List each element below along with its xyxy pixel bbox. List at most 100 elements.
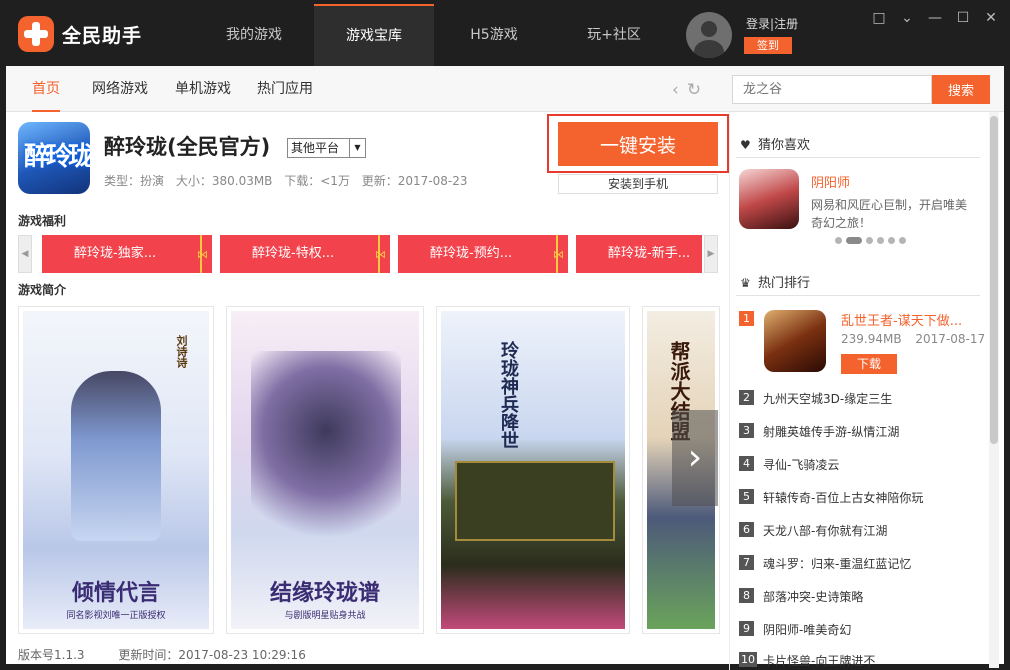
subtab-home[interactable]: 首页 [32, 66, 60, 112]
game-ui-panel [455, 461, 615, 541]
ranking-divider [736, 295, 980, 296]
rank-number: 8 [739, 588, 754, 603]
rank-top-game-meta: 239.94MB 2017-08-17 [841, 332, 995, 346]
register-link[interactable]: 注册 [774, 17, 798, 31]
refresh-icon[interactable]: ↻ [687, 80, 701, 100]
bow-icon: ⋈ [375, 248, 386, 261]
screenshot-image: 结缘玲珑谱 与剧版明星贴身共战 [231, 311, 419, 629]
welfare-prev-icon[interactable]: ◀ [18, 235, 32, 273]
close-icon[interactable]: ✕ [980, 8, 1002, 28]
rank-item[interactable]: 阴阳师-唯美奇幻 [763, 621, 851, 638]
rank-number: 2 [739, 390, 754, 405]
rank-top-game-icon[interactable] [764, 310, 826, 372]
dropdown-arrow-icon[interactable]: ▼ [349, 139, 365, 157]
top-nav: 我的游戏 游戏宝库 H5游戏 玩+社区 [194, 4, 674, 66]
screenshot-next-icon[interactable]: › [672, 410, 718, 506]
screenshot-caption: 结缘玲珑谱 [269, 580, 380, 606]
recommend-game-icon[interactable] [739, 169, 799, 229]
bow-icon: ⋈ [553, 248, 564, 261]
rank-item[interactable]: 轩辕传奇-百位上古女神陪你玩 [763, 489, 923, 506]
subtab-online-games[interactable]: 网络游戏 [92, 66, 148, 112]
character-figure [71, 371, 161, 541]
welfare-item[interactable]: 醉玲珑-特权... ⋈ [220, 235, 390, 273]
rank-top-size: 239.94MB [841, 332, 902, 346]
rank-item[interactable]: 射雕英雄传手游-纵情江湖 [763, 423, 899, 440]
user-avatar[interactable] [686, 12, 732, 58]
rank-item[interactable]: 寻仙-飞骑凌云 [763, 456, 839, 473]
download-button[interactable]: 下载 [841, 354, 897, 374]
minimize-icon[interactable]: — [924, 8, 946, 28]
ranking-heading-row: ♛ 热门排行 [740, 272, 810, 291]
game-downloads: 下载：<1万 [284, 174, 350, 188]
window-frame-left [0, 66, 6, 670]
topnav-h5-games[interactable]: H5游戏 [434, 4, 554, 66]
screenshot[interactable]: 玲珑神兵降世 [436, 306, 630, 634]
sub-nav: 首页 网络游戏 单机游戏 热门应用 ‹ ↻ 搜索 [6, 66, 1004, 112]
one-click-install-button[interactable]: 一键安装 [558, 122, 718, 166]
welfare-item-label: 醉玲珑-独家... [74, 246, 157, 261]
right-panel-divider [729, 112, 730, 670]
characters-group [251, 351, 401, 551]
subtab-hot-apps[interactable]: 热门应用 [257, 66, 313, 112]
subtab-single-games[interactable]: 单机游戏 [175, 66, 231, 112]
welfare-item[interactable]: 醉玲珑-独家... ⋈ [42, 235, 212, 273]
signin-button[interactable]: 签到 [744, 37, 792, 54]
intro-heading: 游戏简介 [18, 283, 67, 297]
rank-number: 5 [739, 489, 754, 504]
carousel-dot[interactable] [899, 237, 906, 244]
rank-number: 3 [739, 423, 754, 438]
screenshot-vertical-text: 玲珑神兵降世 [498, 341, 519, 449]
rank-number: 1 [739, 311, 754, 326]
screenshot-caption: 倾情代言 [71, 580, 160, 606]
welfare-item[interactable]: 醉玲珑-预约... ⋈ [398, 235, 568, 273]
rank-item[interactable]: 九州天空城3D-缘定三生 [763, 390, 892, 407]
platform-select[interactable]: 其他平台 ▼ [287, 138, 366, 158]
carousel-dot[interactable] [835, 237, 842, 244]
game-icon-text: 醉玲珑 [24, 142, 90, 172]
rank-number: 10 [739, 652, 757, 667]
heart-icon: ♥ [740, 138, 751, 152]
recommend-game-name[interactable]: 阴阳师 [811, 172, 850, 191]
screenshot[interactable]: 结缘玲珑谱 与剧版明星贴身共战 [226, 306, 424, 634]
rank-item[interactable]: 天龙八部-有你就有江湖 [763, 522, 887, 539]
recommend-heading-row: ♥ 猜你喜欢 [740, 134, 810, 153]
topnav-game-library[interactable]: 游戏宝库 [314, 4, 434, 66]
carousel-dot[interactable] [888, 237, 895, 244]
rank-item[interactable]: 卡片怪兽-向王牌进不 [763, 652, 875, 669]
carousel-dot[interactable] [866, 237, 873, 244]
nav-arrows: ‹ ↻ [672, 80, 701, 100]
search-button[interactable]: 搜索 [932, 75, 990, 104]
game-meta: 类型：扮演 大小：380.03MB 下载：<1万 更新：2017-08-23 [104, 172, 476, 189]
rank-item[interactable]: 部落冲突-史诗策略 [763, 588, 863, 605]
maximize-icon[interactable]: ☐ [952, 8, 974, 28]
rank-top-date: 2017-08-17 [915, 332, 986, 346]
welfare-item[interactable]: 醉玲珑-新手... [576, 235, 702, 273]
app-brand: 全民助手 [62, 24, 143, 47]
login-link[interactable]: 登录 [746, 17, 770, 31]
feedback-icon[interactable]: □ [868, 8, 890, 28]
scrollbar[interactable] [989, 112, 999, 668]
welfare-next-icon[interactable]: ▶ [704, 235, 718, 273]
game-updated: 更新：2017-08-23 [361, 174, 468, 188]
carousel-dot[interactable] [877, 237, 884, 244]
footer: 版本号1.1.3 更新时间：2017-08-23 10:29:16 [18, 646, 336, 663]
back-arrow-icon[interactable]: ‹ [672, 80, 679, 100]
menu-chevron-icon[interactable]: ⌄ [896, 8, 918, 28]
game-icon: 醉玲珑 [18, 122, 90, 194]
topnav-community[interactable]: 玩+社区 [554, 4, 674, 66]
rank-number: 7 [739, 555, 754, 570]
screenshot[interactable]: 刘诗诗 倾情代言 同名影视刘唯一正版授权 [18, 306, 214, 634]
welfare-item-label: 醉玲珑-新手... [608, 246, 691, 261]
install-to-phone-button[interactable]: 安装到手机 [558, 174, 718, 194]
login-links: 登录|注册 [746, 15, 798, 32]
rank-top-game-name[interactable]: 乱世王者-谋天下做... [841, 310, 962, 329]
game-title: 醉玲珑(全民官方) [104, 135, 271, 159]
carousel-dot-active[interactable] [846, 237, 862, 244]
app-logo[interactable]: 全民助手 [18, 16, 142, 52]
screenshot-vertical-text: 刘诗诗 [175, 335, 188, 368]
rank-item[interactable]: 魂斗罗：归来-重温红蓝记忆 [763, 555, 911, 572]
search-input[interactable] [732, 75, 932, 104]
version-number: 版本号1.1.3 [18, 648, 85, 662]
topnav-my-games[interactable]: 我的游戏 [194, 4, 314, 66]
scrollbar-thumb[interactable] [990, 116, 998, 444]
